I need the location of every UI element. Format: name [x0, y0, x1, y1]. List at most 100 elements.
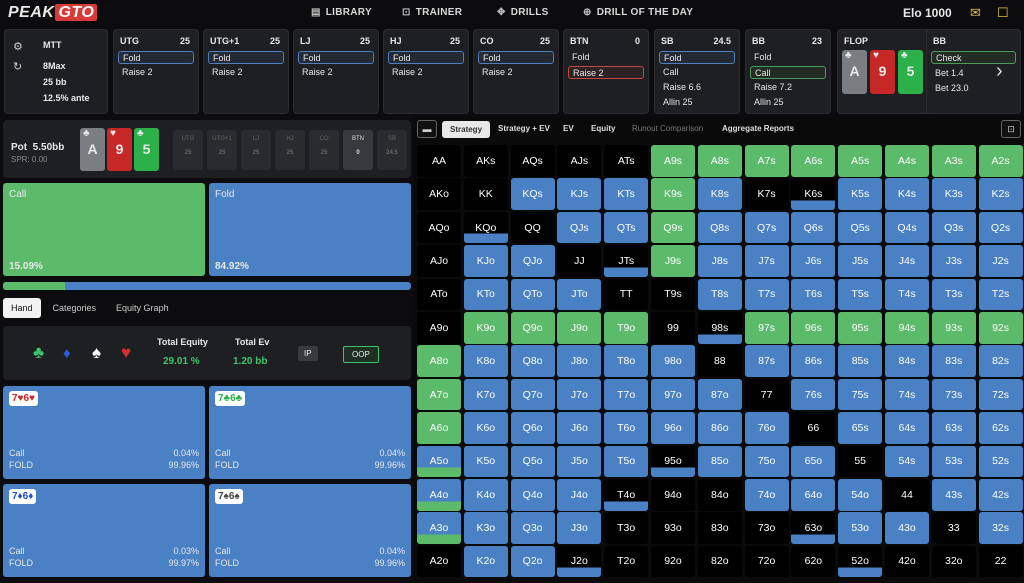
hand-cell[interactable]: J4s — [884, 245, 929, 277]
hand-cell[interactable]: Q9o — [510, 311, 555, 344]
hand-cell[interactable]: T9o — [604, 311, 649, 344]
hand-cell[interactable]: 92o — [650, 545, 695, 578]
hand-cell[interactable]: A9o — [417, 311, 461, 344]
hand-cell[interactable]: T8s — [697, 278, 742, 311]
hand-cell[interactable]: 86o — [697, 412, 742, 444]
feedback-icon[interactable]: ☐ — [997, 5, 1009, 21]
hand-cell[interactable]: 85o — [697, 445, 742, 478]
nav-library[interactable]: ▤ LIBRARY — [311, 7, 372, 18]
hand-cell[interactable]: 85s — [838, 345, 883, 377]
hand-cell[interactable]: Q3s — [931, 211, 976, 244]
action-raise-7-2[interactable]: Raise 7.2 — [750, 81, 826, 94]
hand-cell[interactable]: K5s — [838, 178, 883, 210]
hand-cell[interactable]: 97o — [650, 378, 695, 411]
hand-cell[interactable]: 82s — [978, 345, 1023, 377]
hand-cell[interactable]: 75s — [838, 378, 883, 411]
hand-cell[interactable]: 83s — [931, 345, 976, 377]
hand-cell[interactable]: K4s — [884, 178, 929, 210]
hand-cell[interactable]: K9o — [463, 311, 508, 344]
hand-cell[interactable]: QJo — [510, 245, 555, 277]
hand-cell[interactable]: 95s — [838, 311, 883, 344]
action-check[interactable]: Check — [931, 51, 1016, 64]
position-card-co[interactable]: CO 25 Fold Raise 2 — [473, 29, 559, 114]
hand-cell[interactable]: K4o — [463, 478, 508, 511]
hand-cell[interactable]: JTo — [557, 278, 602, 311]
hand-cell[interactable]: 77 — [744, 378, 789, 411]
hand-cell[interactable]: T4o — [604, 478, 649, 511]
hand-cell[interactable]: A5s — [838, 145, 883, 177]
hand-cell[interactable]: 73o — [744, 512, 789, 544]
gamepad-icon[interactable]: ⊡ — [1001, 120, 1021, 138]
logo[interactable]: PEAK GTO — [8, 4, 98, 22]
hand-cell[interactable]: 62s — [978, 412, 1023, 444]
hand-cell[interactable]: K2s — [978, 178, 1023, 210]
hand-cell[interactable]: K5o — [463, 445, 508, 478]
action-raise-2[interactable]: Raise 2 — [208, 66, 284, 79]
hand-cell[interactable]: K7o — [463, 378, 508, 411]
combo-card[interactable]: 7♦6♦ Call 0.03% FOLD 99.97% — [3, 484, 205, 577]
hand-cell[interactable]: 97s — [744, 311, 789, 344]
hand-cell[interactable]: Q4o — [510, 478, 555, 511]
hand-cell[interactable]: 76o — [744, 412, 789, 444]
tab-equity[interactable]: Equity — [591, 124, 615, 133]
heart-filter-icon[interactable]: ♥ — [121, 343, 131, 363]
hand-cell[interactable]: T2o — [604, 545, 649, 578]
hand-cell[interactable]: QJs — [557, 211, 602, 244]
hand-cell[interactable]: 88 — [697, 345, 742, 377]
hand-cell[interactable]: 64s — [884, 412, 929, 444]
position-card-bb-2[interactable]: BB Check Bet 1.4 Bet 23.0 — [926, 29, 1021, 114]
nav-drills[interactable]: ✥ DRILLS — [497, 7, 549, 18]
diamond-filter-icon[interactable]: ♦ — [63, 345, 71, 362]
position-card-hj[interactable]: HJ 25 Fold Raise 2 — [383, 29, 469, 114]
hand-cell[interactable]: AJo — [417, 245, 461, 277]
hand-cell[interactable]: K3s — [931, 178, 976, 210]
hand-cell[interactable]: 86s — [791, 345, 836, 377]
combo-card[interactable]: 7♣6♣ Call 0.04% FOLD 99.96% — [209, 386, 411, 479]
hand-cell[interactable]: J7s — [744, 245, 789, 277]
action-allin-25[interactable]: Allin 25 — [659, 96, 735, 109]
hand-cell[interactable]: 96s — [791, 311, 836, 344]
ip-toggle[interactable]: IP — [298, 346, 318, 361]
hand-cell[interactable]: 66 — [791, 412, 836, 444]
action-fold[interactable]: Fold — [750, 51, 826, 64]
hand-cell[interactable]: T8o — [604, 345, 649, 377]
hand-cell[interactable]: J3o — [557, 512, 602, 544]
hand-cell[interactable]: AQs — [510, 145, 555, 177]
hand-cell[interactable]: A2o — [417, 545, 461, 578]
hand-cell[interactable]: JJ — [557, 245, 602, 277]
hand-cell[interactable]: 52o — [838, 545, 883, 578]
action-allin-25[interactable]: Allin 25 — [750, 96, 826, 109]
hand-cell[interactable]: 65s — [838, 412, 883, 444]
action-call[interactable]: Call — [659, 66, 735, 79]
hand-cell[interactable]: Q4s — [884, 211, 929, 244]
hand-cell[interactable]: T9s — [650, 278, 695, 311]
action-fold[interactable]: Fold — [208, 51, 284, 64]
hand-cell[interactable]: Q6o — [510, 412, 555, 444]
hand-cell[interactable]: Q8o — [510, 345, 555, 377]
hand-cell[interactable]: AA — [417, 145, 461, 177]
hand-cell[interactable]: 72s — [978, 378, 1023, 411]
hand-cell[interactable]: K8o — [463, 345, 508, 377]
club-filter-icon[interactable]: ♣ — [33, 343, 44, 363]
hand-cell[interactable]: 84o — [697, 478, 742, 511]
position-card-btn[interactable]: BTN 0 Fold Raise 2 — [563, 29, 649, 114]
hand-cell[interactable]: KQo — [463, 211, 508, 244]
refresh-icon[interactable]: ↻ — [13, 60, 22, 73]
hand-cell[interactable]: 44 — [884, 478, 929, 511]
hand-cell[interactable]: T2s — [978, 278, 1023, 311]
hand-cell[interactable]: J3s — [931, 245, 976, 277]
hand-cell[interactable]: Q2s — [978, 211, 1023, 244]
action-fold[interactable]: Fold — [298, 51, 374, 64]
hand-cell[interactable]: A6o — [417, 412, 461, 444]
hand-cell[interactable]: A7o — [417, 378, 461, 411]
hand-cell[interactable]: 32s — [978, 512, 1023, 544]
hand-cell[interactable]: Q3o — [510, 512, 555, 544]
position-card-utg-plus-1[interactable]: UTG+1 25 Fold Raise 2 — [203, 29, 289, 114]
hand-cell[interactable]: A5o — [417, 445, 461, 478]
hand-cell[interactable]: JTs — [604, 245, 649, 277]
action-call[interactable]: Call — [750, 66, 826, 79]
hand-cell[interactable]: J2s — [978, 245, 1023, 277]
hand-cell[interactable]: Q8s — [697, 211, 742, 244]
hand-cell[interactable]: AJs — [557, 145, 602, 177]
spade-filter-icon[interactable]: ♠ — [92, 343, 101, 363]
